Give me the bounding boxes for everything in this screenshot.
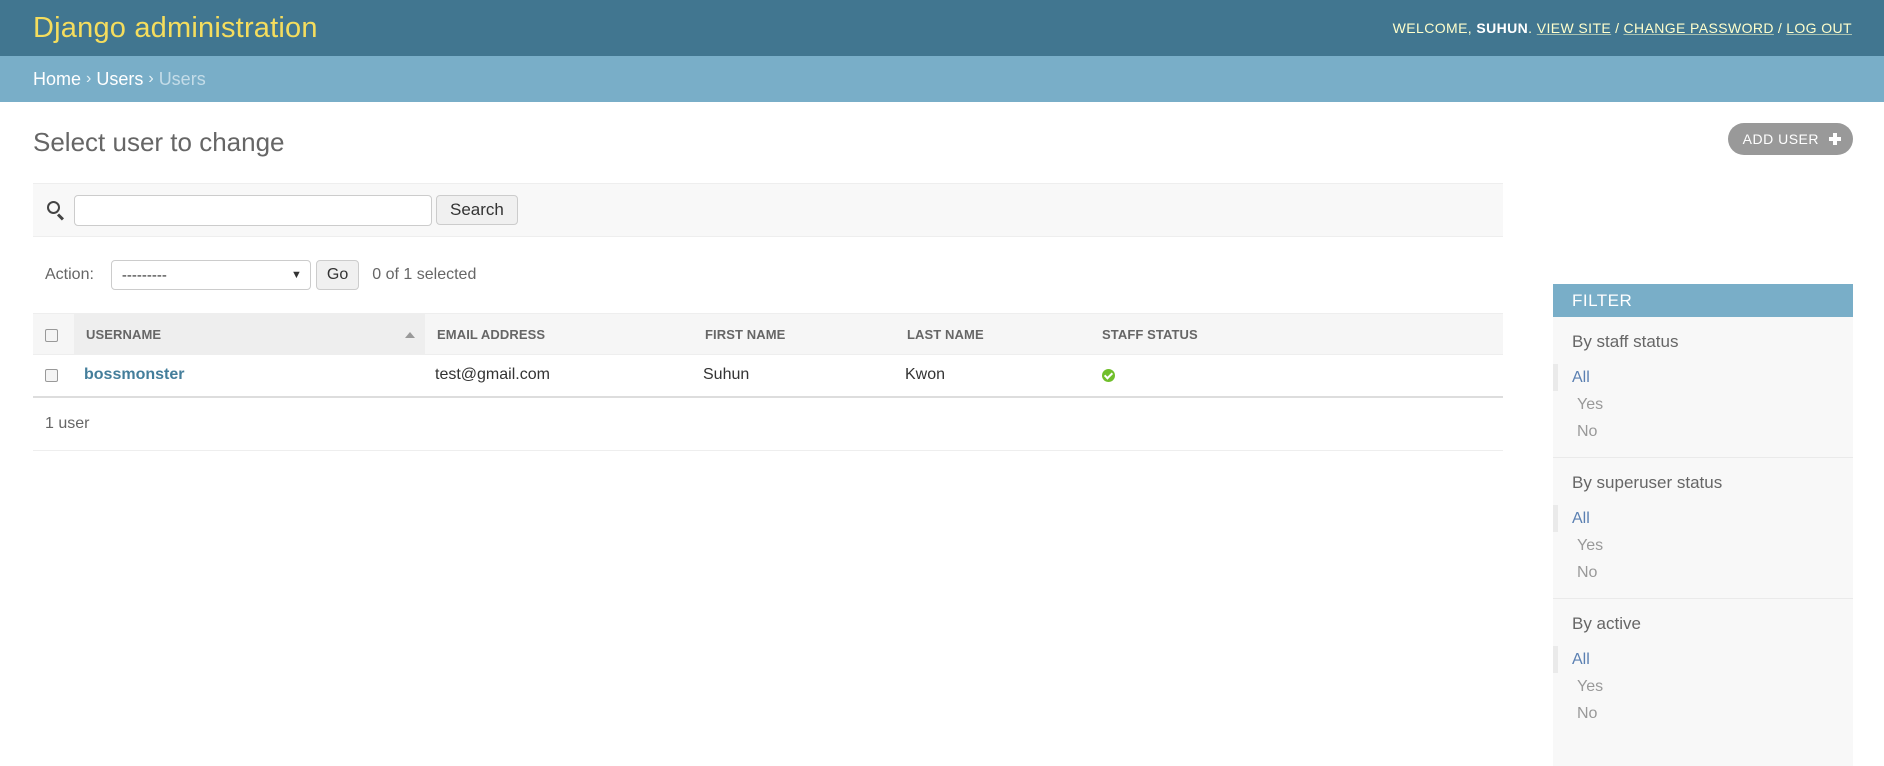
change-password-link[interactable]: Change password — [1623, 20, 1773, 36]
filter-option-yes: Yes — [1553, 391, 1853, 418]
row-select-cell — [33, 354, 74, 398]
username-cell: bossmonster — [74, 354, 425, 398]
user-tools: Welcome, suhun. View site / Change passwor… — [1392, 20, 1852, 36]
action-select[interactable]: --------- ▼ — [110, 260, 311, 290]
filter-group-staff-status: By staff status All Yes No — [1553, 317, 1853, 458]
action-label: Action: — [45, 266, 94, 283]
breadcrumb-app[interactable]: Users — [96, 69, 143, 90]
table-header-row: Username Email address First name Last n… — [33, 313, 1503, 355]
search-toolbar: Search — [33, 183, 1503, 237]
view-site-link[interactable]: View site — [1537, 20, 1611, 36]
sort-ascending-icon[interactable] — [405, 332, 415, 338]
add-user-label: Add user — [1742, 131, 1819, 147]
filter-link[interactable]: No — [1577, 423, 1597, 441]
paginator: 1 user — [33, 398, 1503, 451]
filter-link[interactable]: All — [1572, 651, 1590, 669]
username-link[interactable]: bossmonster — [84, 366, 184, 383]
column-header-email[interactable]: Email address — [425, 313, 693, 355]
filter-option-no: No — [1553, 418, 1853, 445]
filter-option-all: All — [1553, 364, 1853, 391]
last-name-cell: Kwon — [895, 354, 1090, 398]
plus-icon — [1829, 133, 1841, 145]
go-button[interactable]: Go — [315, 260, 360, 290]
current-username: suhun — [1476, 20, 1529, 36]
select-all-checkbox[interactable] — [45, 328, 58, 342]
filter-sidebar: Filter By staff status All Yes No By sup… — [1553, 284, 1853, 766]
column-header-username[interactable]: Username — [74, 313, 425, 355]
add-user-button[interactable]: Add user — [1727, 123, 1853, 155]
filter-link[interactable]: All — [1572, 510, 1590, 528]
chevron-down-icon: ▼ — [291, 269, 302, 281]
breadcrumb-current: Users — [158, 68, 206, 89]
page-title: Select user to change — [33, 127, 285, 157]
filter-group-title: By superuser status — [1572, 473, 1723, 492]
actions-bar: Action: --------- ▼ Go 0 of 1 selected — [33, 237, 1503, 313]
filter-group-superuser-status: By superuser status All Yes No — [1553, 458, 1853, 599]
filter-option-all: All — [1553, 505, 1853, 532]
header: Django administration Welcome, suhun. Vi… — [0, 0, 1884, 56]
breadcrumb: Home › Users › Users — [0, 56, 1884, 102]
filter-link[interactable]: No — [1577, 705, 1597, 723]
welcome-text: Welcome, — [1392, 20, 1477, 36]
filter-group-title: By staff status — [1572, 332, 1679, 351]
filter-option-no: No — [1553, 559, 1853, 586]
filter-link[interactable]: Yes — [1577, 678, 1603, 696]
filter-option-yes: Yes — [1553, 673, 1853, 700]
result-table: Username Email address First name Last n… — [33, 313, 1503, 398]
filter-option-no: No — [1553, 700, 1853, 727]
row-checkbox[interactable] — [45, 368, 58, 382]
check-circle-icon — [1102, 368, 1115, 382]
search-input[interactable] — [74, 194, 432, 226]
site-branding[interactable]: Django administration — [33, 12, 318, 45]
filter-link[interactable]: Yes — [1577, 396, 1603, 414]
filter-link[interactable]: Yes — [1577, 537, 1603, 555]
changelist: Search Action: --------- ▼ Go 0 of 1 sel… — [33, 183, 1503, 451]
object-tools: Add user — [1727, 123, 1853, 155]
filter-option-yes: Yes — [1553, 532, 1853, 559]
breadcrumb-separator: › — [148, 70, 154, 87]
email-cell: test@gmail.com — [425, 354, 693, 398]
column-header-staff-status[interactable]: Staff status — [1090, 313, 1503, 355]
table-row: bossmonster test@gmail.com Suhun Kwon — [33, 354, 1503, 398]
action-counter: 0 of 1 selected — [372, 266, 477, 283]
breadcrumb-separator: › — [86, 70, 92, 87]
search-icon — [46, 200, 66, 221]
filter-group-active: By active All Yes No — [1553, 599, 1853, 739]
search-button[interactable]: Search — [436, 195, 518, 225]
filter-link[interactable]: No — [1577, 564, 1597, 582]
filter-option-all: All — [1553, 646, 1853, 673]
column-header-first-name[interactable]: First name — [693, 313, 895, 355]
filter-group-title: By active — [1572, 614, 1641, 633]
filter-title: Filter — [1553, 284, 1853, 317]
select-all-cell — [33, 313, 74, 355]
column-header-last-name[interactable]: Last name — [895, 313, 1090, 355]
first-name-cell: Suhun — [693, 354, 895, 398]
staff-status-cell — [1090, 354, 1503, 398]
action-select-value: --------- — [121, 266, 167, 284]
log-out-link[interactable]: Log out — [1786, 20, 1852, 36]
breadcrumb-home[interactable]: Home — [33, 69, 81, 90]
filter-link[interactable]: All — [1572, 369, 1590, 387]
